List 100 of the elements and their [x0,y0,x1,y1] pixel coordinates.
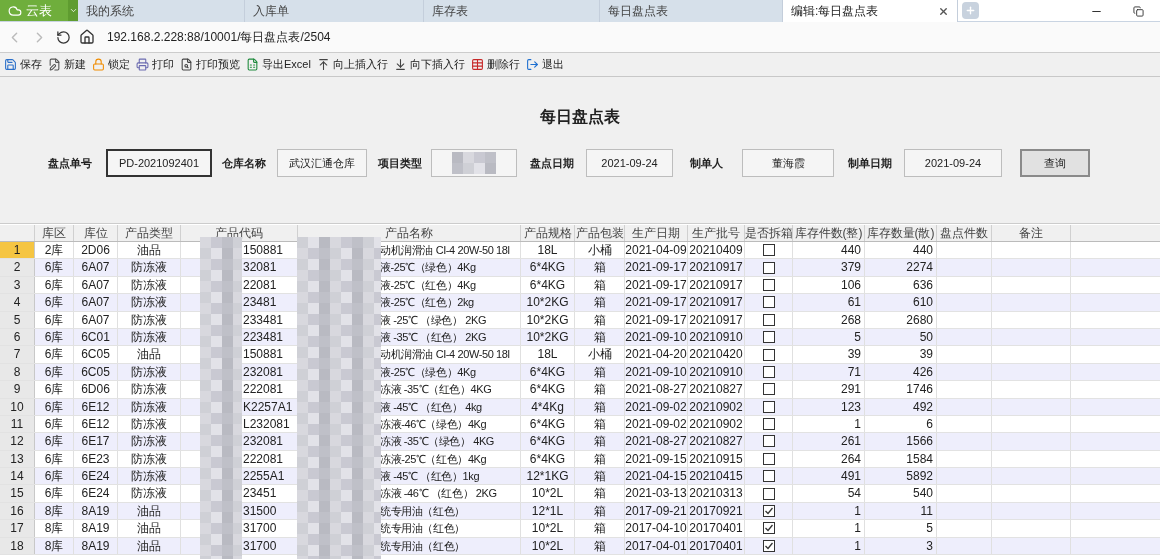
toolbar-button[interactable]: 保存 [4,56,42,73]
table-cell: 6库 [35,450,74,468]
table-cell: 610 [865,294,937,311]
input-field[interactable] [431,149,517,177]
checkbox[interactable] [762,435,775,448]
table-cell: 6A07 [74,276,118,294]
toolbar-button[interactable]: 向下插入行 [393,56,465,73]
checkbox[interactable] [762,365,775,378]
table-cell: 1 [793,415,865,433]
table-cell: 6C05 [74,346,118,363]
checkbox[interactable] [762,261,775,274]
table-cell: 防冻液 [118,468,181,485]
row-number[interactable]: 14 [0,468,35,485]
toolbar-button[interactable]: 打印 [136,56,174,73]
checkbox[interactable] [762,487,775,500]
row-number[interactable]: 7 [0,346,35,363]
column-header[interactable]: 是否拆箱 [745,225,793,241]
checkbox[interactable] [762,470,775,483]
column-header[interactable]: 盘点件数 [937,225,992,241]
toolbar-button[interactable]: 导出Excel [246,56,311,73]
table-cell: 261 [793,433,865,450]
column-header[interactable]: 产品类型 [118,225,181,241]
tab[interactable]: 我的系统 [78,0,245,22]
checkbox[interactable] [762,400,775,413]
toolbar-button[interactable]: 向上插入行 [316,56,388,73]
table-cell: 54 [793,485,865,502]
column-header[interactable]: 库存件数(整) [793,225,865,241]
table-cell: 20210409 [688,242,745,259]
checkbox[interactable] [762,539,775,552]
checkbox[interactable] [762,331,775,344]
table-cell: 6*4KG [521,381,575,398]
column-header[interactable]: 备注 [992,225,1071,241]
toolbar-button[interactable]: 锁定 [92,56,130,73]
table-cell: 123 [793,398,865,415]
table-cell: 426 [865,363,937,381]
checkbox[interactable] [762,383,775,396]
column-header[interactable]: 产品包装 [575,225,625,241]
input-field[interactable]: 董海霞 [742,149,834,177]
checkbox[interactable] [762,452,775,465]
column-header[interactable]: 生产批号 [688,225,745,241]
input-field[interactable]: 2021-09-24 [904,149,1002,177]
reload-icon[interactable] [56,29,71,45]
tab[interactable]: 编辑:每日盘点表 [783,0,958,22]
field-label: 盘点日期 [530,155,575,171]
toolbar-button[interactable]: 退出 [525,56,564,73]
input-field[interactable]: 武汉汇通仓库 [277,149,367,177]
restore-icon[interactable] [1133,6,1144,17]
checkbox[interactable] [762,313,775,326]
tab[interactable]: 入库单 [245,0,424,22]
table-cell: 1 [793,520,865,537]
row-number[interactable]: 12 [0,433,35,450]
table-cell: 6库 [35,468,74,485]
checkbox[interactable] [762,505,775,518]
table-cell: 6A07 [74,259,118,276]
checkbox[interactable] [762,522,775,535]
insert-row-above-icon [316,58,330,71]
save-icon [4,58,17,71]
row-number[interactable]: 15 [0,485,35,502]
table-cell: 6库 [35,311,74,328]
toolbar-button[interactable]: 打印预览 [180,56,240,73]
checkbox[interactable] [762,418,775,431]
table-cell: 10*2L [521,537,575,555]
checkbox[interactable] [762,244,775,257]
address-text[interactable]: 192.168.2.228:88/10001/每日盘点表/2504 [107,28,331,46]
table-cell: 264 [793,450,865,468]
table-cell: 20210827 [688,433,745,450]
table-cell: 20210917 [688,276,745,294]
document-search-icon [180,58,193,71]
table-cell: 6*4KG [521,259,575,276]
query-button[interactable]: 查询 [1020,149,1090,177]
table-cell: 箱 [575,328,625,346]
table-cell: 2680 [865,311,937,328]
row-number[interactable]: 1 [0,242,35,259]
home-icon[interactable] [79,29,95,45]
column-header[interactable]: 生产日期 [625,225,688,241]
toolbar-button[interactable]: 删除行 [470,56,520,73]
checkbox[interactable] [762,348,775,361]
table-cell: 2021-04-20 [625,346,688,363]
table-cell: 2021-03-13 [625,485,688,502]
column-header[interactable]: 库位 [74,225,118,241]
input-field[interactable]: 2021-09-24 [586,149,673,177]
table-cell: 2021-09-10 [625,363,688,381]
column-header[interactable]: 库区 [35,225,74,241]
column-header[interactable]: 产品规格 [521,225,575,241]
close-icon[interactable] [938,5,949,17]
row-number[interactable]: 4 [0,294,35,311]
row-number[interactable]: 9 [0,381,35,398]
checkbox[interactable] [762,278,775,291]
row-number[interactable]: 17 [0,520,35,537]
input-field[interactable]: PD-2021092401 [106,149,212,177]
plus-icon [965,5,976,16]
column-header[interactable]: 库存数量(散) [865,225,937,241]
table-cell: 油品 [118,346,181,363]
tab[interactable]: 库存表 [424,0,600,22]
row-number[interactable]: 2 [0,259,35,276]
table-cell: 636 [865,276,937,294]
tab[interactable]: 每日盘点表 [600,0,783,22]
checkbox[interactable] [762,296,775,309]
toolbar-button[interactable]: 新建 [48,56,86,73]
table-cell: 箱 [575,520,625,537]
